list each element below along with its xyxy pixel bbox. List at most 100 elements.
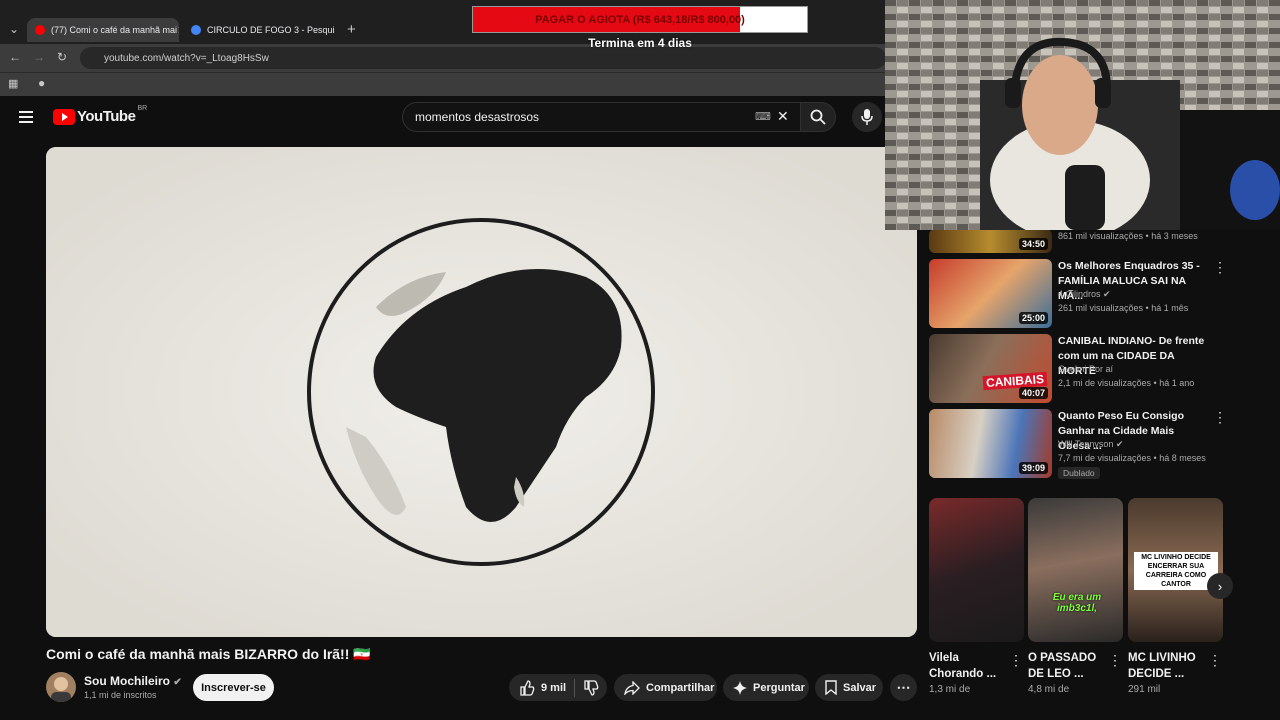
country-code: BR [137, 105, 148, 112]
search-icon [810, 109, 826, 125]
search-button[interactable] [800, 102, 836, 132]
more-icon: ⋯ [896, 679, 911, 695]
share-button[interactable]: Compartilhar [614, 674, 717, 701]
short-title[interactable]: O PASSADO DE LEO ... [1028, 650, 1108, 682]
close-tab-icon[interactable]: ✕ [177, 24, 179, 37]
thumbnail-text: Eu era um imb3c1l, [1052, 592, 1102, 614]
duration-badge: 34:50 [1018, 238, 1048, 250]
tab-search[interactable]: CIRCULO DE FOGO 3 - Pesquisa ✕ [183, 18, 335, 42]
voice-search-button[interactable] [852, 102, 882, 132]
channel-name-text: Sou Mochileiro [84, 674, 171, 688]
channel-name[interactable]: Guelmi Por aí [1058, 364, 1113, 374]
bookmark-icon [825, 680, 837, 695]
share-icon [624, 680, 640, 695]
sparkle-icon [733, 680, 747, 695]
webcam-overlay [885, 0, 1280, 230]
url-field[interactable]: youtube.com/watch?v=_Ltoag8HsSw [80, 47, 886, 69]
goal-text: PAGAR O AGIOTA (R$ 643,18/R$ 800,00) [535, 13, 745, 26]
duration-badge: 40:07 [1018, 387, 1048, 399]
video-thumbnail[interactable]: 39:09 [929, 409, 1052, 478]
menu-icon[interactable] [19, 111, 33, 123]
tab-label: CIRCULO DE FOGO 3 - Pesquisa [207, 25, 335, 35]
video-thumbnail[interactable]: 25:00 [929, 259, 1052, 328]
list-item[interactable]: 39:09 Quanto Peso Eu Consigo Ganhar na C… [929, 409, 1269, 485]
video-meta: 2,1 mi de visualizações • há 1 ano [1058, 378, 1195, 388]
bookmarks-bar: ▦ ● [0, 72, 886, 96]
apps-grid-icon[interactable]: ▦ [8, 77, 18, 90]
youtube-favicon-icon [35, 25, 45, 35]
tab-list-icon[interactable]: ⌄ [9, 22, 19, 36]
more-icon[interactable]: ⋮ [1108, 652, 1122, 669]
short-title[interactable]: MC LIVINHO DECIDE ... [1128, 650, 1208, 682]
short-title[interactable]: Vilela Chorando ... [929, 650, 1009, 682]
dislike-icon[interactable] [583, 679, 599, 696]
youtube-header: YouTube BR momentos desastrosos ⌨ ✕ [0, 96, 886, 140]
chevron-right-icon: › [1217, 578, 1223, 594]
list-item[interactable]: CANIBAIS 40:07 CANIBAL INDIANO- De frent… [929, 334, 1269, 404]
search-input[interactable]: momentos desastrosos ⌨ ✕ [402, 102, 802, 132]
channel-name[interactable]: Will Tennyson ✔ [1058, 439, 1123, 450]
more-icon[interactable]: ⋮ [1213, 259, 1227, 276]
new-tab-icon[interactable]: + [347, 21, 356, 38]
globe-illustration [46, 147, 917, 637]
save-button[interactable]: Salvar [815, 674, 883, 701]
short-item[interactable]: Eu era um imb3c1l, O PASSADO DE LEO ... … [1028, 498, 1123, 695]
dubbed-badge: Dublado [1058, 467, 1100, 479]
short-thumbnail[interactable] [929, 498, 1024, 642]
shorts-next-button[interactable]: › [1207, 573, 1233, 599]
video-meta: 861 mil visualizações • há 3 meses [1058, 231, 1198, 241]
youtube-logo[interactable]: YouTube BR [53, 105, 148, 125]
duration-badge: 25:00 [1018, 312, 1048, 324]
short-views: 291 mil [1128, 684, 1161, 695]
bookmark-globe-icon[interactable]: ● [38, 76, 45, 90]
short-views: 4,8 mi de [1028, 684, 1070, 695]
like-count[interactable]: 9 mil [541, 682, 566, 694]
logo-text: YouTube [77, 108, 136, 125]
short-item[interactable]: Vilela Chorando ... 1,3 mi de ⋮ [929, 498, 1024, 695]
short-views: 1,3 mi de [929, 684, 971, 695]
verified-icon: ✔ [1103, 289, 1111, 299]
list-item[interactable]: 34:50 861 mil visualizações • há 3 meses [929, 229, 1269, 254]
channel-name[interactable]: Sou Mochileiro ✔ [84, 674, 182, 688]
verified-icon: ✔ [173, 677, 182, 688]
video-thumbnail[interactable]: CANIBAIS 40:07 [929, 334, 1052, 403]
more-icon[interactable]: ⋮ [1213, 409, 1227, 426]
more-actions-button[interactable]: ⋯ [890, 674, 917, 701]
share-label: Compartilhar [646, 681, 715, 694]
url-text: youtube.com/watch?v=_Ltoag8HsSw [104, 52, 269, 64]
search-text: momentos desastrosos [415, 110, 540, 124]
google-favicon-icon [191, 25, 201, 35]
video-player[interactable] [46, 147, 917, 637]
video-title: Comi o café da manhã mais BIZARRO do Irã… [46, 646, 371, 662]
save-label: Salvar [843, 681, 877, 694]
webcam-feed [885, 0, 1280, 230]
short-thumbnail[interactable]: MC LIVINHO DECIDE ENCERRAR SUA CARREIRA … [1128, 498, 1223, 642]
like-dislike-group: 9 mil [509, 674, 607, 701]
more-icon[interactable]: ⋮ [1208, 652, 1222, 669]
video-thumbnail[interactable]: 34:50 [929, 229, 1052, 253]
channel-avatar[interactable] [46, 672, 76, 702]
video-meta: 7,7 mi de visualizações • há 8 meses [1058, 453, 1206, 463]
channel-name[interactable]: 4 Cilindros ✔ [1058, 289, 1111, 300]
short-thumbnail[interactable]: Eu era um imb3c1l, [1028, 498, 1123, 642]
goal-progress-bar: PAGAR O AGIOTA (R$ 643,18/R$ 800,00) [472, 6, 808, 33]
thumbnail-text: MC LIVINHO DECIDE ENCERRAR SUA CARREIRA … [1134, 552, 1218, 590]
back-icon[interactable]: ← [9, 50, 21, 64]
duration-badge: 39:09 [1018, 462, 1048, 474]
tab-current[interactable]: (77) Comi o café da manhã mai ✕ [27, 18, 179, 42]
clear-search-icon[interactable]: ✕ [777, 108, 789, 125]
subscribe-button[interactable]: Inscrever-se [193, 674, 274, 701]
verified-icon: ✔ [1115, 439, 1124, 449]
ask-button[interactable]: Perguntar [723, 674, 809, 701]
goal-countdown: Termina em 4 dias [588, 36, 692, 50]
subscriber-count: 1,1 mi de inscritos [84, 690, 157, 700]
short-item[interactable]: MC LIVINHO DECIDE ENCERRAR SUA CARREIRA … [1128, 498, 1223, 695]
like-icon[interactable] [519, 679, 535, 696]
more-icon[interactable]: ⋮ [1009, 652, 1023, 669]
list-item[interactable]: 25:00 Os Melhores Enquadros 35 - FAMÍLIA… [929, 259, 1269, 329]
ask-label: Perguntar [753, 681, 805, 694]
keyboard-icon[interactable]: ⌨ [755, 110, 771, 123]
microphone-icon [861, 109, 873, 125]
forward-icon[interactable]: → [33, 50, 45, 64]
reload-icon[interactable]: ↻ [57, 50, 67, 64]
